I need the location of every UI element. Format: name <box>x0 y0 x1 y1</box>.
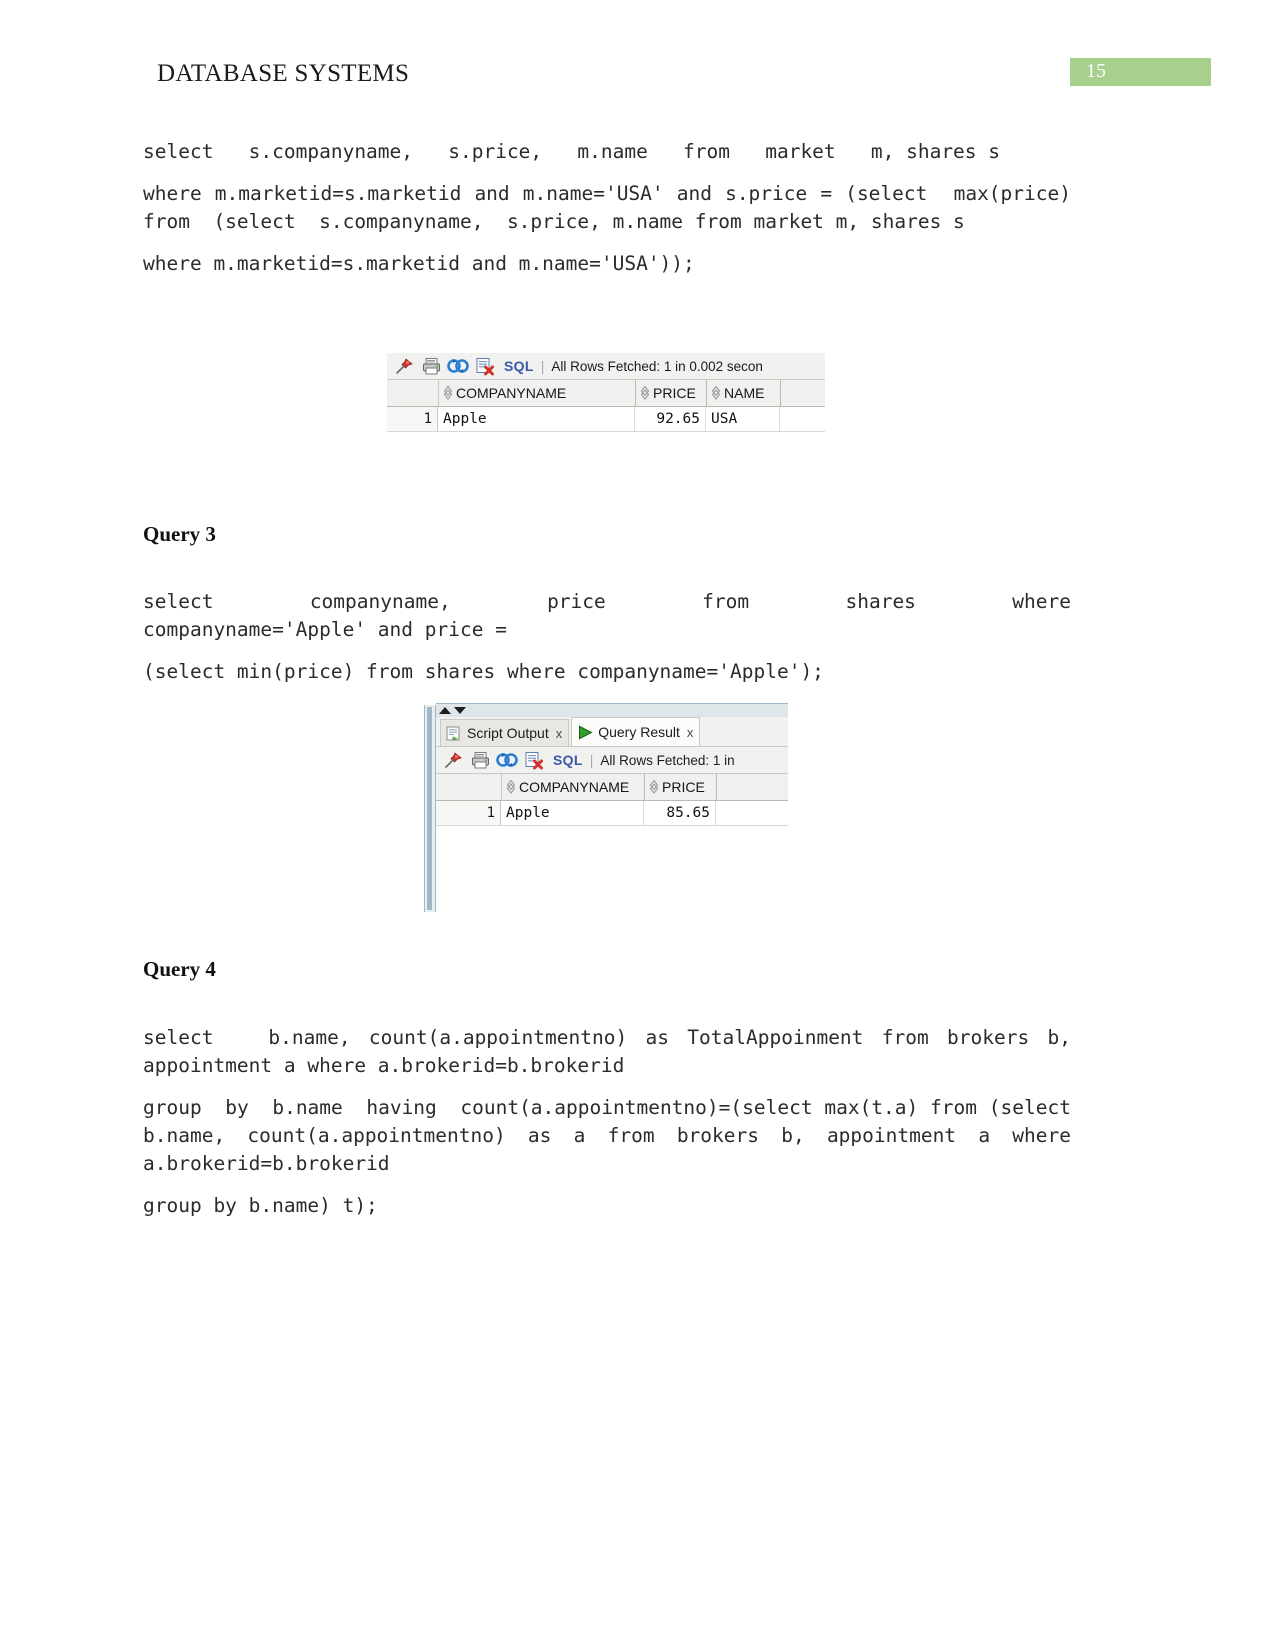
tab-label: Query Result <box>598 724 680 740</box>
toolbar-separator: | <box>589 752 594 768</box>
result-tab-strip: Script Output x Query Result x <box>436 717 788 747</box>
query4-section: Query 4 <box>143 957 1071 982</box>
panel-collapse-controls <box>436 704 788 717</box>
table-row[interactable]: 1 Apple 85.65 <box>436 801 788 826</box>
rows-fetched-status: All Rows Fetched: 1 in 0.002 secon <box>551 358 763 374</box>
query4-code-line-1: select b.name, count(a.appointmentno) as… <box>143 1026 1083 1077</box>
query4-heading: Query 4 <box>143 957 216 981</box>
sort-indicator-icon <box>649 779 659 795</box>
column-header-label: NAME <box>724 385 765 401</box>
pin-icon[interactable] <box>442 750 464 770</box>
pin-icon[interactable] <box>393 356 415 376</box>
sort-indicator-icon <box>711 385 721 401</box>
play-triangle-icon <box>577 724 594 740</box>
column-header-label: COMPANYNAME <box>519 779 630 795</box>
query2-result-panel: SQL | All Rows Fetched: 1 in 0.002 secon… <box>387 353 825 432</box>
scroll-down-icon[interactable] <box>454 707 466 714</box>
refresh-icon[interactable] <box>447 356 469 376</box>
printer-icon[interactable] <box>469 750 491 770</box>
page-number-badge: 15 <box>1070 58 1211 86</box>
page-title: DATABASE SYSTEMS <box>157 60 410 87</box>
column-header-name[interactable]: NAME <box>707 380 781 406</box>
page-number-text: 15 <box>1086 60 1106 82</box>
query2-code-block: select s.companyname, s.price, m.name fr… <box>143 138 1071 292</box>
sql-label: SQL <box>504 358 534 374</box>
cell-companyname[interactable]: Apple <box>501 801 644 825</box>
column-header-price[interactable]: PRICE <box>636 380 707 406</box>
query4-code-line-2: group by b.name having count(a.appointme… <box>143 1096 1083 1175</box>
script-output-icon <box>446 726 463 741</box>
query2-code-line-1: select s.companyname, s.price, m.name fr… <box>143 140 1001 163</box>
query3-heading: Query 3 <box>143 522 216 546</box>
query2-code-line-3: where m.marketid=s.marketid and m.name='… <box>143 252 695 275</box>
tab-script-output[interactable]: Script Output x <box>440 719 570 746</box>
tab-close-icon[interactable]: x <box>556 726 563 741</box>
result-toolbar: SQL | All Rows Fetched: 1 in 0.002 secon <box>387 353 825 380</box>
table-row[interactable]: 1 Apple 92.65 USA <box>387 407 825 432</box>
row-number: 1 <box>436 801 501 825</box>
column-header-price[interactable]: PRICE <box>645 774 717 800</box>
sort-indicator-icon <box>443 385 453 401</box>
panel2-scrollbar-thumb[interactable] <box>427 707 432 910</box>
column-header-label: PRICE <box>653 385 696 401</box>
result-grid-header: COMPANYNAME PRICE NAME <box>387 380 825 407</box>
query3-code-line-2: (select min(price) from shares where com… <box>143 660 824 683</box>
sql-label: SQL <box>553 752 583 768</box>
cell-name[interactable]: USA <box>706 407 780 431</box>
clear-results-icon[interactable] <box>474 356 496 376</box>
printer-icon[interactable] <box>420 356 442 376</box>
cell-price[interactable]: 85.65 <box>644 801 716 825</box>
column-header-companyname[interactable]: COMPANYNAME <box>439 380 636 406</box>
sort-indicator-icon <box>506 779 516 795</box>
tab-label: Script Output <box>467 725 549 741</box>
row-number: 1 <box>387 407 438 431</box>
query4-code-block: select b.name, count(a.appointmentno) as… <box>143 1024 1071 1234</box>
tab-close-icon[interactable]: x <box>687 725 694 740</box>
grid-corner-cell <box>436 774 502 800</box>
query4-code-line-3: group by b.name) t); <box>143 1194 378 1217</box>
toolbar-separator: | <box>540 358 545 374</box>
column-header-label: PRICE <box>662 779 705 795</box>
column-header-label: COMPANYNAME <box>456 385 567 401</box>
sort-indicator-icon <box>640 385 650 401</box>
refresh-icon[interactable] <box>496 750 518 770</box>
cell-companyname[interactable]: Apple <box>438 407 635 431</box>
query3-section: Query 3 <box>143 522 1071 547</box>
query2-code-line-2: where m.marketid=s.marketid and m.name='… <box>143 182 1095 233</box>
query3-result-panel: Script Output x Query Result x SQL | All… <box>436 703 788 826</box>
scroll-up-icon[interactable] <box>439 707 451 714</box>
query3-code-block: select companyname, price from shares wh… <box>143 588 1071 700</box>
result-toolbar: SQL | All Rows Fetched: 1 in <box>436 747 788 774</box>
rows-fetched-status: All Rows Fetched: 1 in <box>600 752 735 768</box>
grid-corner-cell <box>387 380 439 406</box>
page-header: DATABASE SYSTEMS 15 <box>0 0 1275 110</box>
tab-query-result[interactable]: Query Result x <box>571 717 701 746</box>
result-grid-header: COMPANYNAME PRICE <box>436 774 788 801</box>
cell-price[interactable]: 92.65 <box>635 407 706 431</box>
clear-results-icon[interactable] <box>523 750 545 770</box>
query3-code-line-1: select companyname, price from shares wh… <box>143 590 1083 641</box>
column-header-companyname[interactable]: COMPANYNAME <box>502 774 645 800</box>
